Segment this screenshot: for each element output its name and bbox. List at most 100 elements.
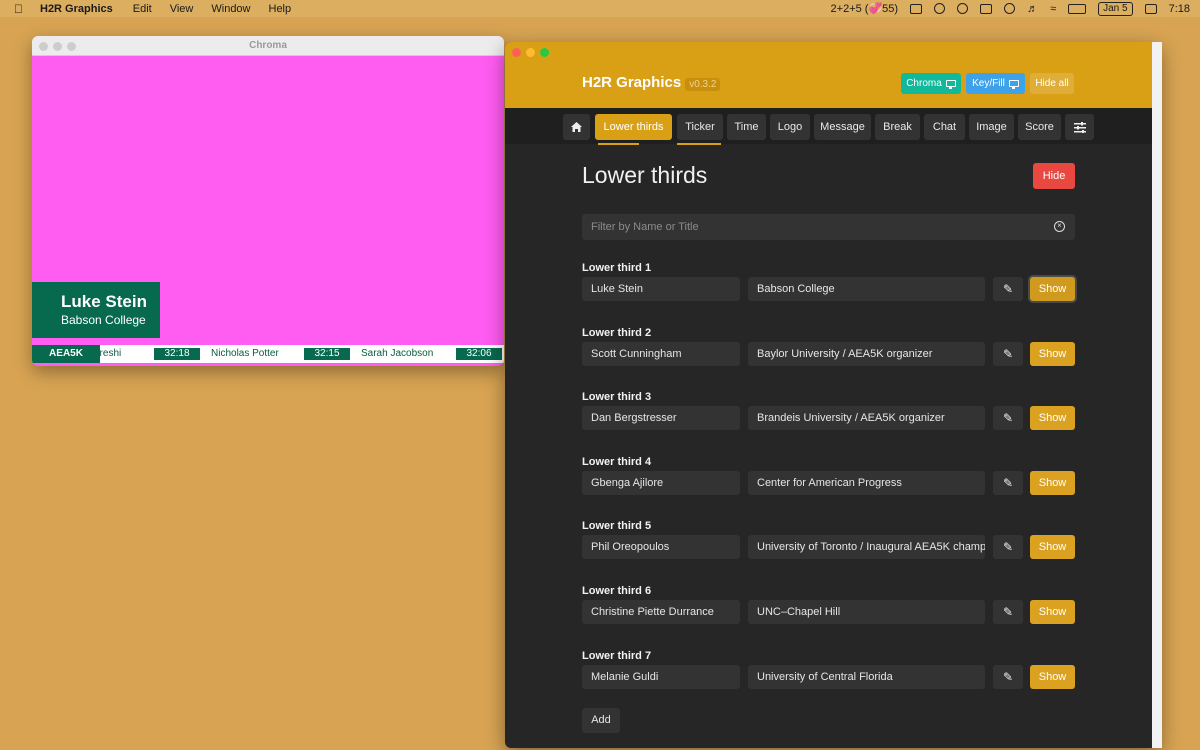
pencil-icon: ✎ bbox=[1002, 605, 1014, 619]
title-field[interactable]: Center for American Progress bbox=[748, 471, 985, 495]
name-field[interactable]: Melanie Guldi bbox=[582, 665, 740, 689]
pencil-icon: ✎ bbox=[1002, 540, 1014, 554]
chroma-title-bar[interactable]: Chroma bbox=[32, 36, 504, 56]
filter-input[interactable]: Filter by Name or Title × bbox=[582, 214, 1075, 240]
edit-button[interactable]: ✎ bbox=[993, 277, 1023, 301]
home-tab[interactable] bbox=[563, 114, 590, 140]
close-button[interactable] bbox=[39, 42, 48, 51]
edit-button[interactable]: ✎ bbox=[993, 600, 1023, 624]
control-center-icon[interactable] bbox=[1144, 3, 1157, 14]
title-field[interactable]: Brandeis University / AEA5K organizer bbox=[748, 406, 985, 430]
name-field[interactable]: Scott Cunningham bbox=[582, 342, 740, 366]
menu-window[interactable]: Window bbox=[211, 3, 250, 15]
name-field[interactable]: Dan Bergstresser bbox=[582, 406, 740, 430]
brand-name: H2R Graphics bbox=[582, 74, 682, 91]
menu-view[interactable]: View bbox=[170, 3, 194, 15]
ticker-item-time: 32:06 bbox=[456, 348, 502, 360]
pencil-icon: ✎ bbox=[1002, 670, 1014, 684]
show-button[interactable]: Show bbox=[1030, 535, 1075, 559]
dropbox-icon[interactable] bbox=[910, 3, 923, 14]
minimize-button[interactable] bbox=[53, 42, 62, 51]
chroma-window: Chroma Luke Stein Babson College ureshi … bbox=[32, 36, 504, 366]
circle-icon[interactable] bbox=[957, 3, 969, 14]
lower-third-name: Luke Stein bbox=[61, 292, 147, 311]
title-field[interactable]: University of Central Florida bbox=[748, 665, 985, 689]
tab-break[interactable]: Break bbox=[875, 114, 920, 140]
lower-third-row: Lower third 1 Luke Stein Babson College ✎ Sh… bbox=[582, 262, 1075, 322]
ticker-label: AEA5K bbox=[32, 345, 100, 363]
contacts-icon[interactable] bbox=[980, 3, 993, 14]
close-button[interactable] bbox=[512, 48, 521, 57]
tab-image[interactable]: Image bbox=[969, 114, 1014, 140]
tab-lower-thirds[interactable]: Lower thirds bbox=[595, 114, 672, 140]
ticker-item-time: 32:18 bbox=[154, 348, 200, 360]
zoom-button[interactable] bbox=[540, 48, 549, 57]
record-icon[interactable] bbox=[934, 3, 946, 14]
hide-button[interactable]: Hide bbox=[1033, 163, 1075, 189]
name-field[interactable]: Luke Stein bbox=[582, 277, 740, 301]
date-badge[interactable]: Jan 5 bbox=[1098, 1, 1133, 16]
version-badge: v0.3.2 bbox=[685, 78, 721, 91]
menu-app-name[interactable]: H2R Graphics bbox=[40, 3, 113, 15]
app-brand: H2R Graphics v0.3.2 bbox=[582, 74, 721, 91]
show-button[interactable]: Show bbox=[1030, 600, 1075, 624]
edit-button[interactable]: ✎ bbox=[993, 471, 1023, 495]
pencil-icon: ✎ bbox=[1002, 411, 1014, 425]
tab-ticker[interactable]: Ticker bbox=[677, 114, 723, 140]
tab-chat[interactable]: Chat bbox=[924, 114, 965, 140]
settings-tab[interactable] bbox=[1065, 114, 1094, 140]
title-field[interactable]: University of Toronto / Inaugural AEA5K … bbox=[748, 535, 985, 559]
name-field[interactable]: Christine Piette Durrance bbox=[582, 600, 740, 624]
tab-message[interactable]: Message bbox=[814, 114, 871, 140]
page-title: Lower thirds bbox=[582, 162, 708, 188]
clear-icon[interactable]: × bbox=[1054, 221, 1065, 232]
name-field[interactable]: Gbenga Ajilore bbox=[582, 471, 740, 495]
title-field[interactable]: UNC–Chapel Hill bbox=[748, 600, 985, 624]
menu-help[interactable]: Help bbox=[269, 3, 292, 15]
edit-button[interactable]: ✎ bbox=[993, 665, 1023, 689]
app-header: H2R Graphics v0.3.2 Chroma Key/Fill Hide … bbox=[505, 42, 1161, 108]
lower-third-label: Lower third 4 bbox=[582, 456, 652, 468]
edit-button[interactable]: ✎ bbox=[993, 406, 1023, 430]
status-counter[interactable]: 2+2+5 (💞55) bbox=[831, 2, 899, 15]
title-field[interactable]: Baylor University / AEA5K organizer bbox=[748, 342, 985, 366]
keyfill-button-label: Key/Fill bbox=[972, 78, 1005, 89]
ticker-graphic: ureshi 32:18 Nicholas Potter 32:15 Sarah… bbox=[32, 345, 504, 363]
tab-logo[interactable]: Logo bbox=[770, 114, 810, 140]
tab-bar: Lower thirds Ticker Time Logo Message Br… bbox=[505, 108, 1161, 145]
pencil-icon: ✎ bbox=[1002, 476, 1014, 490]
menu-edit[interactable]: Edit bbox=[133, 3, 152, 15]
show-button[interactable]: Show bbox=[1030, 471, 1075, 495]
chroma-output-button[interactable]: Chroma bbox=[901, 73, 961, 94]
edit-button[interactable]: ✎ bbox=[993, 342, 1023, 366]
show-button[interactable]: Show bbox=[1030, 277, 1075, 301]
apple-icon[interactable]:  bbox=[14, 2, 28, 16]
tab-score[interactable]: Score bbox=[1018, 114, 1061, 140]
lower-third-graphic: Luke Stein Babson College bbox=[32, 282, 160, 338]
wifi-icon[interactable]: ≈ bbox=[1050, 3, 1056, 15]
minimize-button[interactable] bbox=[526, 48, 535, 57]
show-button[interactable]: Show bbox=[1030, 342, 1075, 366]
chroma-window-title: Chroma bbox=[249, 40, 287, 51]
show-button[interactable]: Show bbox=[1030, 406, 1075, 430]
lower-third-label: Lower third 6 bbox=[582, 585, 652, 597]
hide-all-button[interactable]: Hide all bbox=[1030, 73, 1074, 94]
keyfill-output-button[interactable]: Key/Fill bbox=[966, 73, 1025, 94]
menu-clock[interactable]: 7:18 bbox=[1169, 3, 1190, 15]
globe-icon[interactable] bbox=[1004, 3, 1016, 14]
volume-icon[interactable]: ♬ bbox=[1027, 3, 1038, 15]
h2r-window: H2R Graphics v0.3.2 Chroma Key/Fill Hide … bbox=[505, 42, 1161, 748]
zoom-button[interactable] bbox=[67, 42, 76, 51]
battery-icon[interactable] bbox=[1068, 3, 1087, 14]
edit-button[interactable]: ✎ bbox=[993, 535, 1023, 559]
menu-extras: 2+2+5 (💞55) ♬ ≈ Jan 5 7:18 bbox=[831, 0, 1190, 17]
home-icon bbox=[571, 122, 582, 132]
sliders-icon bbox=[1073, 122, 1086, 134]
show-button[interactable]: Show bbox=[1030, 665, 1075, 689]
lower-third-row: Lower third 2 Scott Cunningham Baylor Univ… bbox=[582, 327, 1075, 387]
lower-third-row: Lower third 5 Phil Oreopoulos University o… bbox=[582, 520, 1075, 580]
title-field[interactable]: Babson College bbox=[748, 277, 985, 301]
tab-time[interactable]: Time bbox=[727, 114, 766, 140]
add-button[interactable]: Add bbox=[582, 708, 620, 733]
name-field[interactable]: Phil Oreopoulos bbox=[582, 535, 740, 559]
